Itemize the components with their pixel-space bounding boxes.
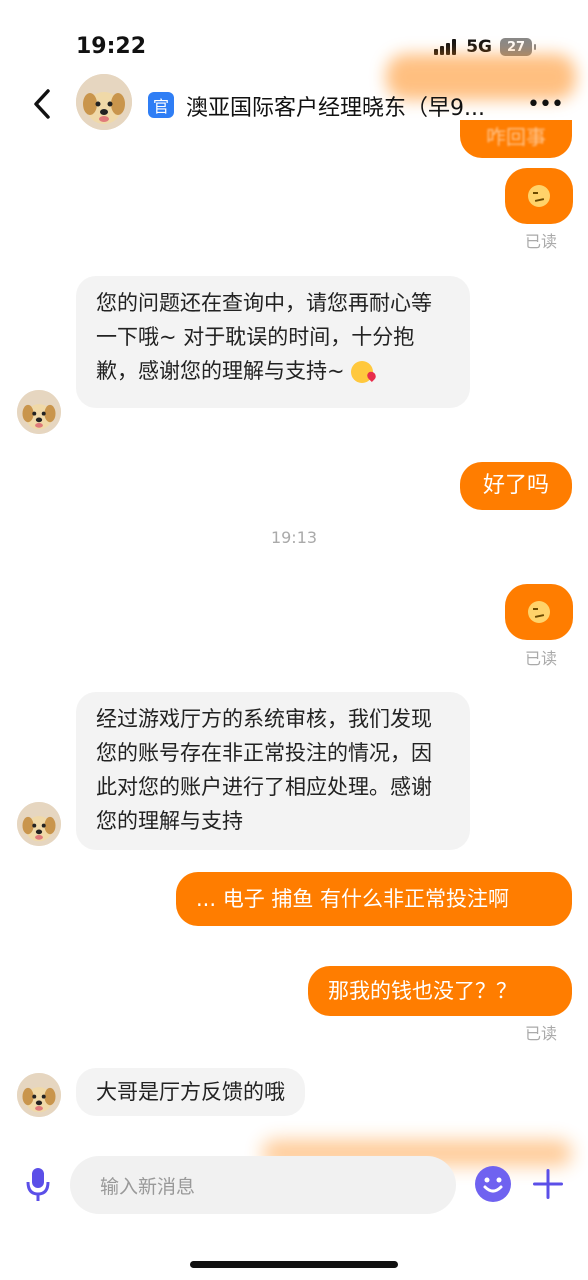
message-bubble-out[interactable]: 那我的钱也没了？？ [308,966,572,1016]
emoji-icon[interactable] [475,1166,511,1202]
message-text: 好了吗 [482,473,549,498]
contact-avatar[interactable] [17,1073,61,1117]
message-text: 那我的钱也没了？？ [328,979,517,1003]
back-arrow-icon[interactable] [28,86,58,122]
message-bubble-in[interactable]: 您的问题还在查询中，请您再耐心等一下哦~ 对于耽误的时间，十分抱歉，感谢您的理解… [76,276,470,408]
read-receipt: 已读 [524,1024,557,1043]
message-text: 大哥是厅方反馈的哦 [96,1080,285,1104]
time-divider: 19:13 [270,528,318,547]
battery-level: 27 [506,39,526,55]
message-bubble-out[interactable]: 好了吗 [460,462,572,510]
message-bubble-out[interactable] [505,168,573,224]
contact-avatar[interactable] [17,802,61,846]
input-placeholder: 输入新消息 [100,1176,196,1198]
message-text: 咋回事 [486,125,546,149]
more-icon[interactable]: ••• [527,92,564,117]
kiss-emoji-icon [351,361,374,383]
message-bubble-out[interactable]: 咋回事 [460,120,572,158]
message-bubble-out[interactable]: ... 电子 捕鱼 有什么非正常投注啊 [176,872,572,926]
official-badge-icon: 官 [148,92,174,118]
read-receipt: 已读 [524,649,557,668]
contact-avatar[interactable] [76,74,132,130]
smirk-emoji-icon [528,601,550,623]
input-bar: 输入新消息 [0,1148,588,1228]
home-indicator[interactable] [190,1261,398,1268]
message-bubble-in[interactable]: 大哥是厅方反馈的哦 [76,1068,305,1116]
smirk-emoji-icon [528,185,550,207]
message-bubble-out[interactable] [505,584,573,640]
message-bubble-in[interactable]: 经过游戏厅方的系统审核，我们发现您的账号存在非正常投注的情况，因此对您的账户进行… [76,692,470,850]
chat-title: 澳亚国际客户经理晓东（早9... [186,96,485,121]
message-text: 经过游戏厅方的系统审核，我们发现您的账号存在非正常投注的情况，因此对您的账户进行… [96,707,432,833]
message-text: 您的问题还在查询中，请您再耐心等一下哦~ 对于耽误的时间，十分抱歉，感谢您的理解… [96,291,432,383]
message-input[interactable]: 输入新消息 [70,1156,456,1214]
contact-avatar[interactable] [17,390,61,434]
signal-icon [434,39,458,55]
status-time: 19:22 [76,34,147,59]
read-receipt: 已读 [524,232,557,251]
message-text: ... 电子 捕鱼 有什么非正常投注啊 [196,887,510,911]
mic-icon[interactable] [26,1166,50,1204]
plus-icon[interactable] [530,1166,566,1202]
